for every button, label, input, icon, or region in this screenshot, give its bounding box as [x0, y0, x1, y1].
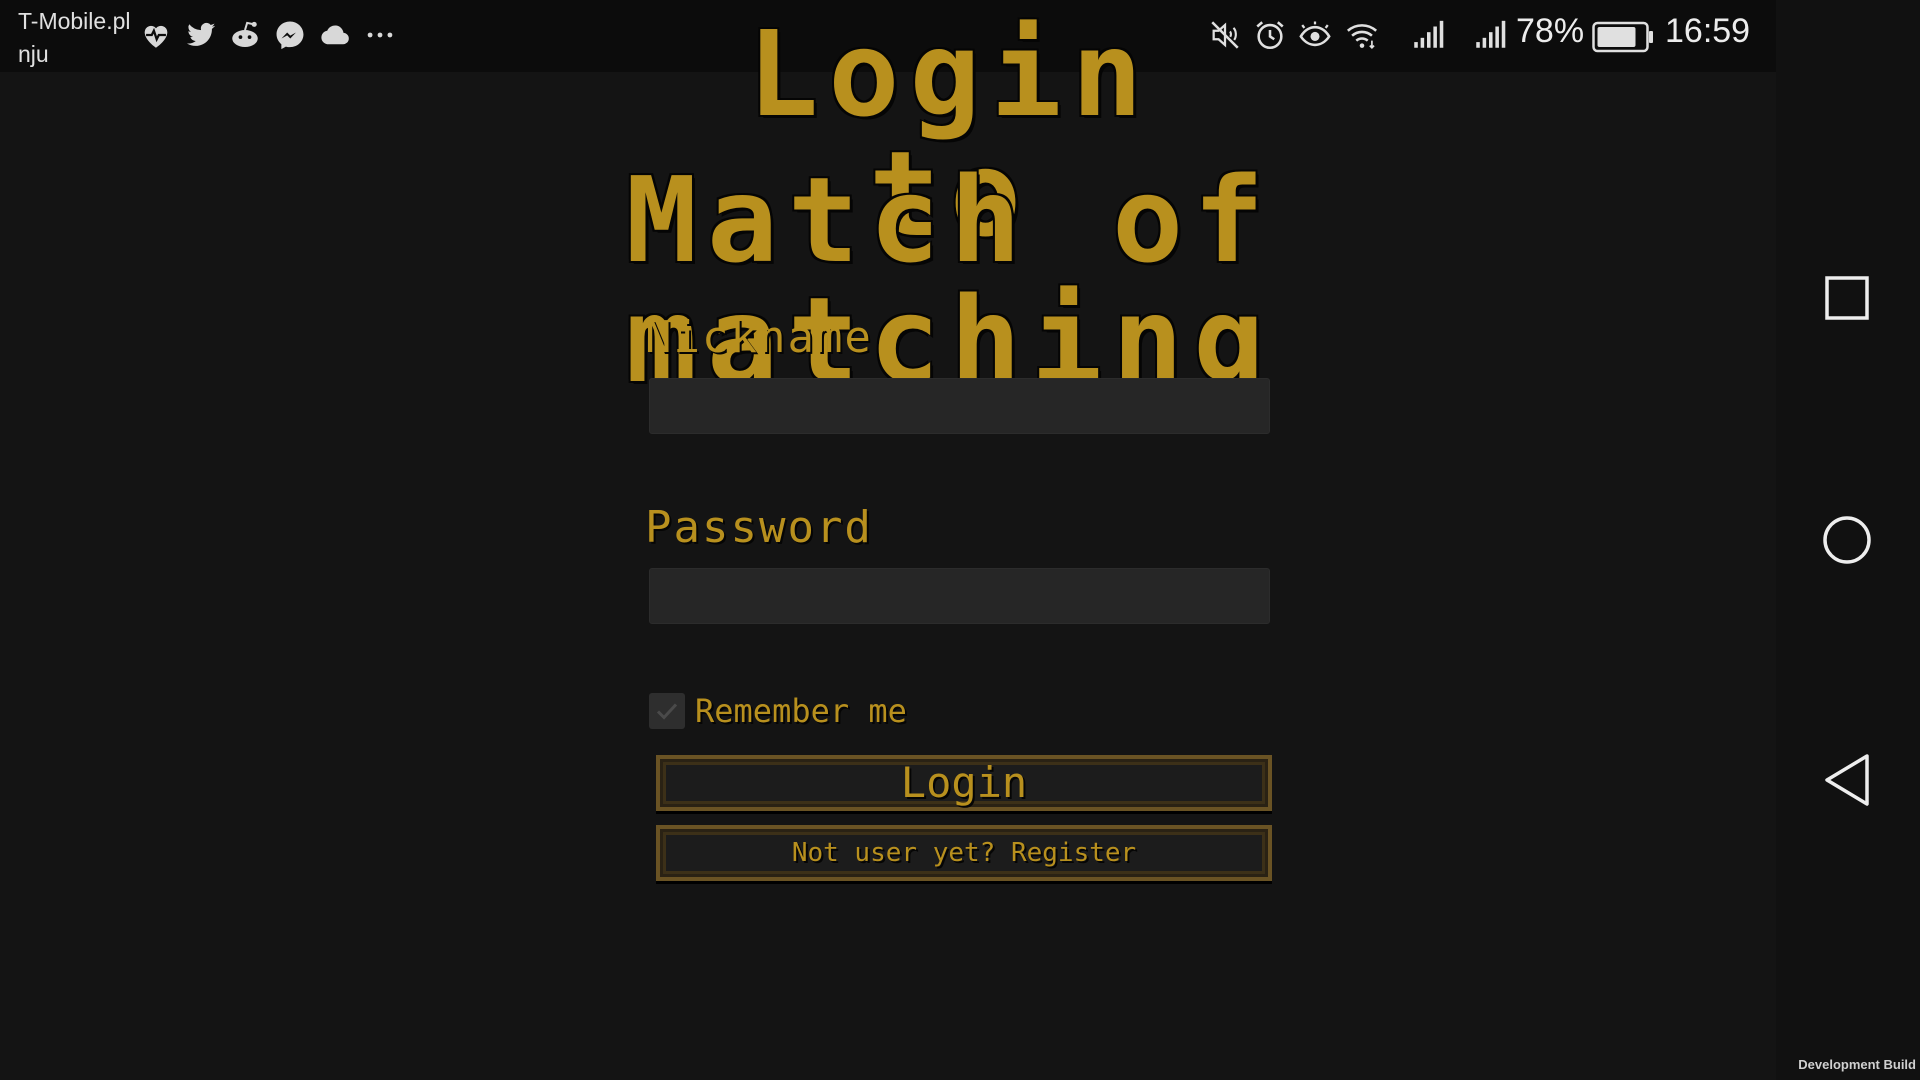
password-label: Password	[645, 502, 873, 553]
messenger-icon	[273, 18, 307, 52]
navigation-bar: Development Build	[1776, 0, 1920, 1080]
back-triangle-icon[interactable]	[1821, 752, 1877, 808]
nickname-input[interactable]	[649, 378, 1270, 434]
signal-1-icon	[1410, 18, 1444, 52]
password-input[interactable]	[649, 568, 1270, 624]
health-heart-icon	[139, 18, 173, 52]
alarm-icon	[1253, 18, 1287, 52]
clock: 16:59	[1665, 12, 1751, 50]
carrier-name: T-Mobile.pl	[18, 8, 131, 34]
login-button[interactable]: Login	[656, 755, 1272, 811]
remember-me-label: Remember me	[695, 692, 907, 730]
reddit-icon	[228, 18, 262, 52]
battery-icon	[1592, 20, 1654, 54]
page-title-line-2: Match of matching	[625, 151, 1275, 409]
mute-icon	[1208, 18, 1242, 52]
remember-me-checkbox[interactable]	[649, 693, 685, 729]
checkmark-icon	[656, 703, 678, 720]
remember-me-row: Remember me	[649, 691, 949, 731]
nickname-label: Nickname	[645, 312, 873, 363]
recents-square-icon[interactable]	[1821, 272, 1877, 328]
wifi-icon	[1345, 18, 1379, 52]
carrier-sub-name: nju	[18, 41, 49, 67]
more-dots-icon	[363, 18, 397, 52]
register-button[interactable]: Not user yet? Register	[656, 825, 1272, 881]
battery-percentage: 78%	[1516, 12, 1585, 50]
home-circle-icon[interactable]	[1821, 512, 1877, 568]
eye-comfort-icon	[1298, 18, 1332, 52]
cloud-icon	[318, 18, 352, 52]
signal-2-icon	[1472, 18, 1506, 52]
twitter-icon	[184, 18, 218, 52]
development-build-label: Development Build	[1798, 1057, 1916, 1072]
